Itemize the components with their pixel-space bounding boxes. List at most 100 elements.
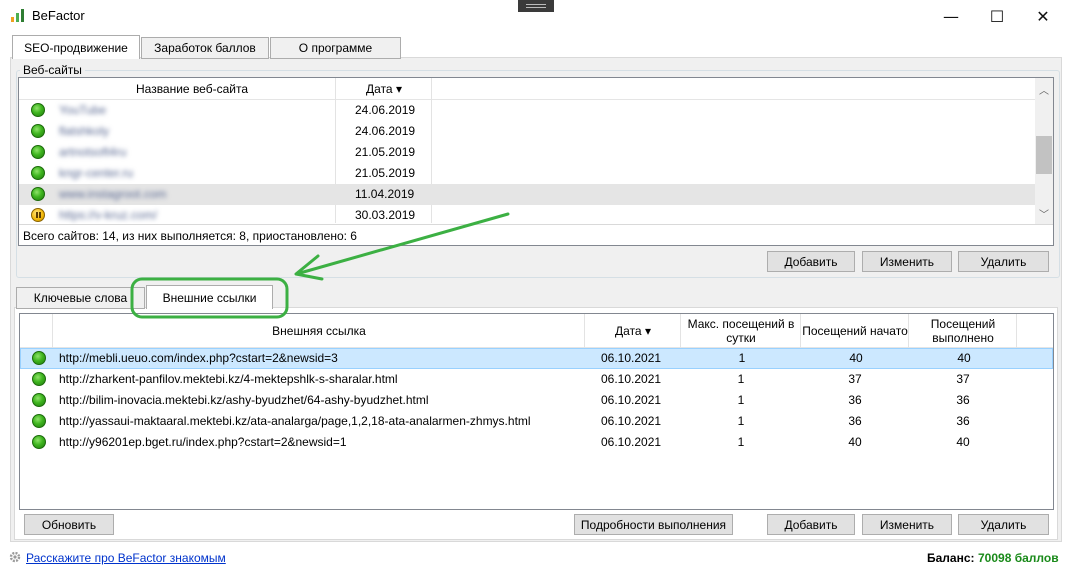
execution-details-button[interactable]: Подробности выполнения (574, 514, 733, 535)
link-max-visits: 1 (738, 351, 746, 365)
website-name: YouTube (59, 103, 107, 117)
column-header-site-name[interactable]: Название веб-сайта (49, 78, 335, 100)
delete-website-button[interactable]: Удалить (958, 251, 1049, 272)
link-row-selected[interactable]: http://mebli.ueuo.com/index.php?cstart=2… (20, 348, 1053, 369)
scroll-up-icon[interactable]: ︿ (1039, 82, 1049, 97)
websites-header: Название веб-сайта Дата ▾ (19, 78, 1035, 100)
website-row[interactable]: flatshkoly 24.06.2019 (19, 121, 1035, 142)
links-header: Внешняя ссылка Дата ▾ Макс. посещений в … (20, 314, 1053, 348)
column-header-date[interactable]: Дата ▾ (337, 78, 431, 100)
link-date: 06.10.2021 (601, 435, 662, 449)
maximize-button[interactable]: ☐ (974, 0, 1020, 32)
website-date: 24.06.2019 (355, 124, 416, 138)
website-name: artnotsoft4ru (59, 145, 127, 159)
add-link-button[interactable]: Добавить (767, 514, 855, 535)
link-visits-done: 36 (956, 393, 970, 407)
link-visits-started: 40 (848, 435, 862, 449)
website-date: 30.03.2019 (355, 208, 416, 222)
close-button[interactable]: ✕ (1020, 0, 1066, 32)
column-header-visits-done[interactable]: Посещений выполнено (910, 314, 1016, 348)
status-active-icon (31, 124, 45, 138)
link-visits-done: 36 (956, 414, 970, 428)
tab-keywords[interactable]: Ключевые слова (16, 287, 145, 309)
external-links-table[interactable]: Внешняя ссылка Дата ▾ Макс. посещений в … (19, 313, 1054, 510)
website-date: 11.04.2019 (355, 187, 415, 201)
tab-seo[interactable]: SEO-продвижение (12, 35, 140, 59)
link-max-visits: 1 (737, 414, 745, 428)
refresh-button[interactable]: Обновить (24, 514, 114, 535)
link-max-visits: 1 (737, 372, 745, 386)
column-header-max-visits[interactable]: Макс. посещений в сутки (682, 314, 800, 348)
website-date: 21.05.2019 (355, 145, 416, 159)
column-header-visits-started[interactable]: Посещений начато (802, 314, 908, 348)
link-max-visits: 1 (737, 435, 745, 449)
link-visits-started: 37 (848, 372, 862, 386)
add-website-button[interactable]: Добавить (767, 251, 855, 272)
website-date: 21.05.2019 (355, 166, 416, 180)
status-active-icon (31, 166, 45, 180)
befactor-logo-icon (11, 9, 24, 22)
status-active-icon (31, 145, 45, 159)
link-visits-done: 40 (957, 351, 971, 365)
scroll-down-icon[interactable]: ﹀ (1039, 206, 1049, 221)
balance-value: 70098 баллов (978, 551, 1059, 565)
column-header-date[interactable]: Дата ▾ (586, 314, 680, 348)
link-visits-started: 40 (849, 351, 863, 365)
link-row[interactable]: http://zharkent-panfilov.mektebi.kz/4-me… (20, 369, 1053, 390)
column-header-link[interactable]: Внешняя ссылка (54, 314, 584, 348)
websites-summary: Всего сайтов: 14, из них выполняется: 8,… (23, 229, 357, 243)
websites-group-label: Веб-сайты (20, 63, 85, 77)
link-date: 06.10.2021 (601, 414, 662, 428)
website-row[interactable]: YouTube 24.06.2019 (19, 100, 1035, 121)
scrollbar-thumb[interactable] (1036, 136, 1052, 174)
link-date: 06.10.2021 (601, 351, 662, 365)
website-name: flatshkoly (59, 124, 110, 138)
websites-table[interactable]: Название веб-сайта Дата ▾ YouTube 24.06.… (18, 77, 1054, 246)
status-paused-icon (31, 208, 45, 222)
status-active-icon (31, 187, 45, 201)
status-active-icon (32, 414, 46, 428)
gear-icon (9, 551, 21, 563)
link-row[interactable]: http://y96201ep.bget.ru/index.php?cstart… (20, 432, 1053, 453)
website-row[interactable]: kngr-center.ru 21.05.2019 (19, 163, 1035, 184)
link-visits-started: 36 (848, 414, 862, 428)
website-date: 24.06.2019 (355, 103, 416, 117)
website-name: https://v-kruz.com/ (59, 208, 158, 222)
websites-scrollbar[interactable]: ︿ ﹀ (1035, 78, 1053, 224)
link-url: http://mebli.ueuo.com/index.php?cstart=2… (59, 351, 338, 365)
link-row[interactable]: http://bilim-inovacia.mektebi.kz/ashy-by… (20, 390, 1053, 411)
link-row[interactable]: http://yassaui-maktaaral.mektebi.kz/ata-… (20, 411, 1053, 432)
minimize-button[interactable]: — (928, 0, 974, 32)
link-date: 06.10.2021 (601, 372, 662, 386)
link-url: http://bilim-inovacia.mektebi.kz/ashy-by… (59, 393, 429, 407)
website-name: kngr-center.ru (59, 166, 134, 180)
website-row[interactable]: artnotsoft4ru 21.05.2019 (19, 142, 1035, 163)
status-active-icon (32, 351, 46, 365)
edit-website-button[interactable]: Изменить (862, 251, 952, 272)
share-link[interactable]: Расскажите про BeFactor знакомым (26, 551, 226, 565)
status-active-icon (32, 372, 46, 386)
balance-label: Баланс: (927, 551, 975, 565)
website-name: www.instagroot.com (59, 187, 167, 201)
tab-about[interactable]: О программе (270, 37, 401, 59)
tab-external-links[interactable]: Внешние ссылки (146, 285, 273, 309)
window-title: BeFactor (32, 8, 85, 23)
link-url: http://yassaui-maktaaral.mektebi.kz/ata-… (59, 414, 531, 428)
link-url: http://y96201ep.bget.ru/index.php?cstart… (59, 435, 347, 449)
status-active-icon (32, 435, 46, 449)
link-max-visits: 1 (737, 393, 745, 407)
status-active-icon (32, 393, 46, 407)
websites-summary-bar: Всего сайтов: 14, из них выполняется: 8,… (19, 224, 1053, 245)
website-row[interactable]: https://v-kruz.com/ 30.03.2019 (19, 205, 1035, 226)
drag-handle[interactable] (518, 0, 554, 12)
edit-link-button[interactable]: Изменить (862, 514, 952, 535)
tab-earn-points[interactable]: Заработок баллов (141, 37, 269, 59)
link-visits-done: 40 (956, 435, 970, 449)
link-date: 06.10.2021 (601, 393, 662, 407)
website-row-selected[interactable]: www.instagroot.com 11.04.2019 (19, 184, 1035, 205)
link-visits-done: 37 (956, 372, 970, 386)
status-active-icon (31, 103, 45, 117)
link-url: http://zharkent-panfilov.mektebi.kz/4-me… (59, 372, 398, 386)
link-visits-started: 36 (848, 393, 862, 407)
delete-link-button[interactable]: Удалить (958, 514, 1049, 535)
